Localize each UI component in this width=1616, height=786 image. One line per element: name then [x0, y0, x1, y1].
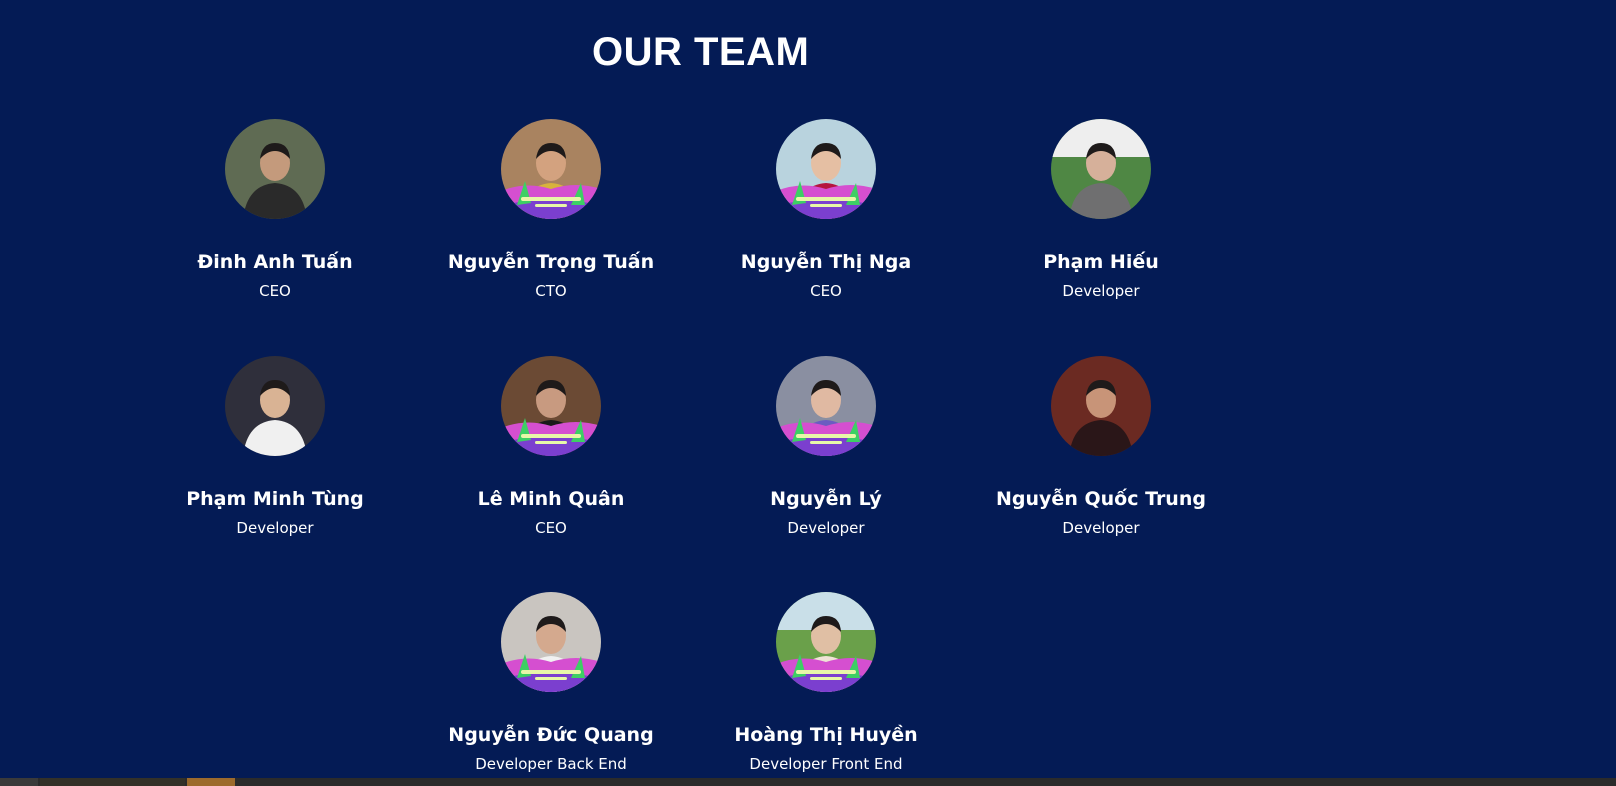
member-name: Nguyễn Thị Nga — [740, 251, 912, 273]
os-taskbar[interactable] — [0, 778, 1616, 786]
avatar-photo — [1051, 356, 1151, 456]
member-name: Hoàng Thị Huyền — [734, 724, 918, 746]
team-member-card: Nguyễn Trọng Tuấn CTO — [431, 119, 671, 300]
member-role: CEO — [810, 282, 842, 300]
member-name: Nguyễn Trọng Tuấn — [447, 251, 655, 273]
avatar-photo — [501, 356, 601, 456]
member-avatar — [776, 592, 876, 692]
member-name: Đinh Anh Tuấn — [197, 251, 353, 273]
member-role: Developer Front End — [749, 755, 903, 773]
member-avatar — [1051, 356, 1151, 456]
team-member-card: Nguyễn Quốc Trung Developer — [981, 356, 1221, 537]
team-member-card: Lê Minh Quân CEO — [431, 356, 671, 537]
member-avatar — [501, 119, 601, 219]
member-name: Nguyễn Quốc Trung — [996, 488, 1206, 510]
member-avatar — [225, 119, 325, 219]
member-name: Phạm Minh Tùng — [186, 488, 364, 510]
member-avatar — [776, 356, 876, 456]
member-role: CEO — [259, 282, 291, 300]
member-avatar — [776, 119, 876, 219]
team-member-card: Nguyễn Lý Developer — [706, 356, 946, 537]
member-role: CEO — [535, 519, 567, 537]
taskbar-start-button[interactable] — [0, 778, 38, 786]
avatar-photo — [501, 119, 601, 219]
section-title: OUR TEAM — [592, 30, 810, 74]
team-member-card: Phạm Minh Tùng Developer — [155, 356, 395, 537]
avatar-photo — [1051, 119, 1151, 219]
member-avatar — [501, 592, 601, 692]
member-name: Phạm Hiếu — [1043, 251, 1159, 273]
avatar-photo — [776, 356, 876, 456]
team-member-card: Hoàng Thị Huyền Developer Front End — [706, 592, 946, 773]
member-name: Nguyễn Đức Quang — [448, 724, 654, 746]
avatar-photo — [225, 356, 325, 456]
team-member-card: Nguyễn Đức Quang Developer Back End — [431, 592, 671, 773]
team-page: OUR TEAM Đinh Anh Tuấn CEO Nguyễn Trọng … — [0, 0, 1616, 786]
avatar-photo — [776, 119, 876, 219]
member-avatar — [501, 356, 601, 456]
member-avatar — [225, 356, 325, 456]
member-avatar — [1051, 119, 1151, 219]
taskbar-item-active[interactable] — [187, 778, 235, 786]
member-role: Developer — [1062, 519, 1140, 537]
member-role: Developer Back End — [475, 755, 627, 773]
member-role: Developer — [236, 519, 314, 537]
avatar-photo — [776, 592, 876, 692]
team-member-card: Đinh Anh Tuấn CEO — [155, 119, 395, 300]
avatar-photo — [225, 119, 325, 219]
member-name: Nguyễn Lý — [770, 488, 882, 510]
member-role: Developer — [1062, 282, 1140, 300]
team-member-card: Phạm Hiếu Developer — [981, 119, 1221, 300]
taskbar-item[interactable] — [40, 778, 185, 786]
member-role: Developer — [787, 519, 865, 537]
member-role: CTO — [535, 282, 567, 300]
avatar-photo — [501, 592, 601, 692]
member-name: Lê Minh Quân — [477, 488, 625, 510]
team-member-card: Nguyễn Thị Nga CEO — [706, 119, 946, 300]
